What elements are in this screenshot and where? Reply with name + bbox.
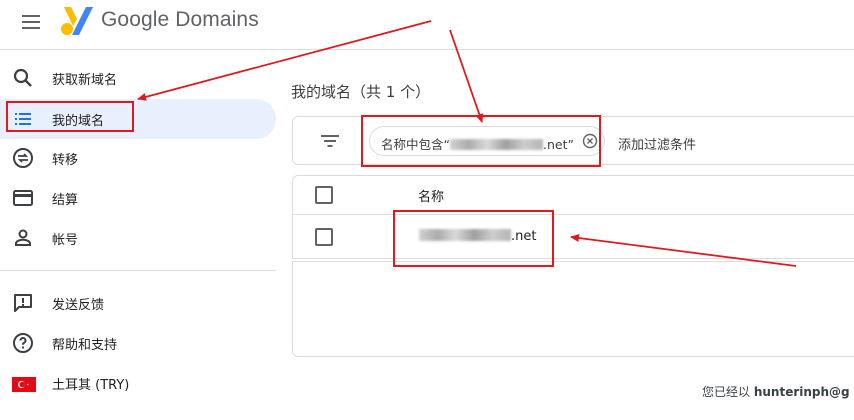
- signed-in-prefix: 您已经以: [702, 385, 754, 399]
- app-header: Google Domains: [0, 0, 854, 50]
- signed-in-status: 您已经以 hunterinph@g: [702, 383, 850, 400]
- column-header-name[interactable]: 名称: [418, 186, 444, 205]
- sidebar-item-label: 发送反馈: [52, 298, 105, 313]
- sidebar-item-get-domain[interactable]: 获取新域名: [0, 58, 276, 98]
- row-divider: [293, 214, 854, 215]
- sidebar-item-account[interactable]: 帐号: [0, 218, 276, 258]
- annotation-box-my-domains: [6, 101, 134, 132]
- page-title: 我的域名（共 1 个）: [291, 83, 431, 101]
- table-empty-area: [292, 261, 854, 357]
- person-icon: [15, 229, 31, 246]
- credit-card-icon: [13, 190, 33, 206]
- sidebar-item-currency[interactable]: 土耳其 (TRY): [0, 363, 276, 403]
- account-email: hunterinph@g: [753, 385, 850, 399]
- add-filter-button[interactable]: 添加过滤条件: [618, 134, 696, 153]
- filter-list-icon[interactable]: [320, 134, 340, 148]
- transfer-icon: [13, 148, 33, 168]
- sidebar-item-feedback[interactable]: 发送反馈: [0, 283, 276, 323]
- annotation-box-filter-chip: [361, 115, 601, 167]
- sidebar-item-help[interactable]: 帮助和支持: [0, 323, 276, 363]
- domains-table: 名称 .net: [292, 175, 854, 259]
- select-all-checkbox[interactable]: [315, 186, 333, 204]
- google-domains-logo-icon: [61, 7, 93, 35]
- annotation-box-domain: [393, 210, 554, 267]
- row-checkbox[interactable]: [315, 228, 333, 246]
- sidebar-item-label: 帐号: [52, 233, 79, 248]
- sidebar-item-label: 结算: [52, 193, 79, 208]
- brand-title: Google Domains: [101, 8, 259, 31]
- help-icon: [13, 333, 33, 353]
- search-icon: [13, 68, 32, 87]
- turkey-flag-icon: [12, 377, 36, 392]
- hamburger-menu-icon[interactable]: [20, 12, 42, 32]
- sidebar-item-label: 土耳其 (TRY): [52, 378, 130, 393]
- sidebar-item-label: 获取新域名: [52, 73, 118, 88]
- sidebar-item-billing[interactable]: 结算: [0, 178, 276, 218]
- sidebar-item-transfer[interactable]: 转移: [0, 138, 276, 178]
- sidebar-item-label: 转移: [52, 153, 79, 168]
- sidebar-item-label: 帮助和支持: [52, 338, 118, 353]
- feedback-icon: [14, 294, 32, 312]
- sidebar-divider: [0, 270, 276, 271]
